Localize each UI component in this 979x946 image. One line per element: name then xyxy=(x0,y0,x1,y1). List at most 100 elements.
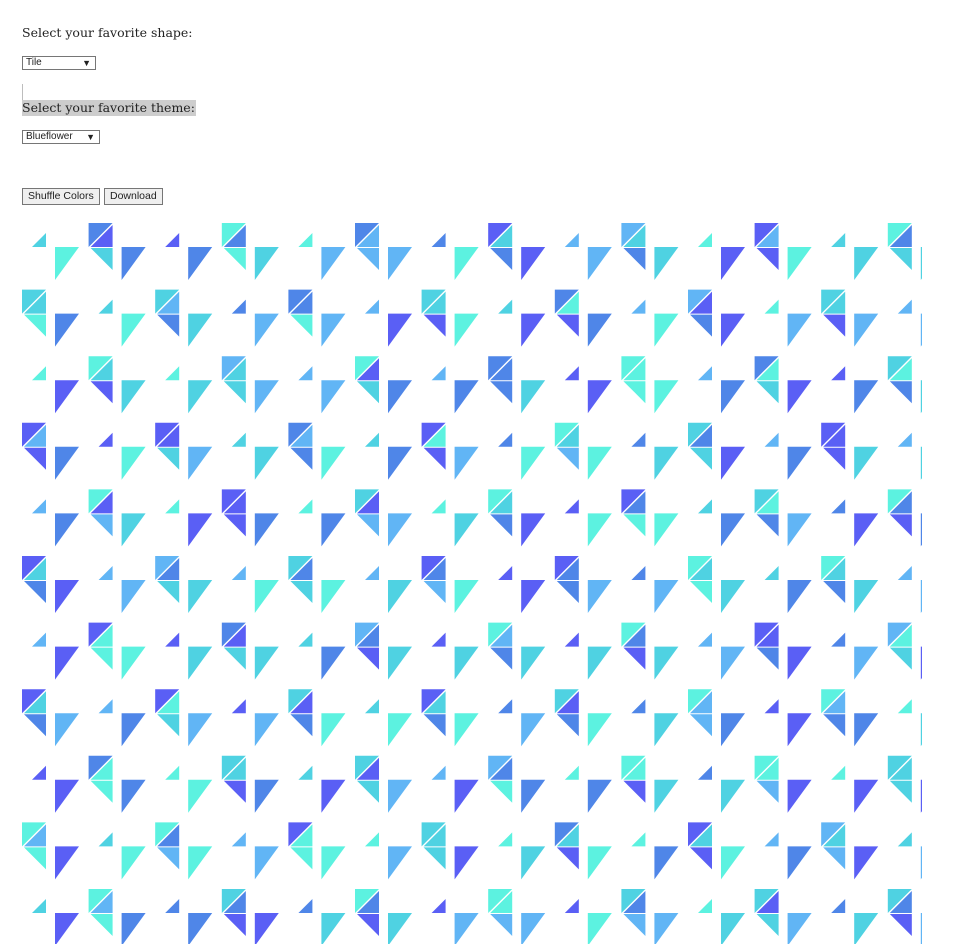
tile-triangle xyxy=(357,780,379,803)
tile-triangle xyxy=(188,846,213,880)
tile-triangle xyxy=(121,380,146,414)
tile-triangle xyxy=(388,446,412,480)
tile-triangle xyxy=(587,580,612,613)
tile-triangle xyxy=(764,432,779,447)
tile-triangle xyxy=(764,299,779,314)
tile-triangle xyxy=(388,580,412,613)
tile-triangle xyxy=(623,780,646,803)
tile-triangle xyxy=(521,646,546,680)
tile-triangle xyxy=(223,647,246,670)
tile-triangle xyxy=(321,313,346,347)
tile-triangle xyxy=(121,913,146,944)
tile-triangle xyxy=(787,446,812,480)
tile-triangle xyxy=(631,699,646,714)
tile-triangle xyxy=(24,447,46,470)
tile-triangle xyxy=(157,581,180,603)
tile-triangle xyxy=(889,780,912,803)
tile-triangle xyxy=(920,513,922,547)
tile-triangle xyxy=(764,832,779,847)
tile-triangle xyxy=(787,779,812,813)
tile-triangle xyxy=(254,646,279,680)
tile-triangle xyxy=(165,632,180,647)
tile-triangle xyxy=(654,913,679,944)
tile-triangle xyxy=(454,380,479,414)
tile-triangle xyxy=(889,514,912,537)
tile-triangle xyxy=(423,847,446,870)
tile-triangle xyxy=(454,446,479,480)
tile-triangle xyxy=(32,632,46,647)
tile-triangle xyxy=(55,913,79,944)
tile-triangle xyxy=(498,832,513,847)
tile-triangle xyxy=(431,765,446,780)
tile-triangle xyxy=(188,513,213,547)
tile-triangle xyxy=(388,313,412,347)
tile-triangle xyxy=(654,779,679,813)
tile-triangle xyxy=(188,713,213,747)
tile-triangle xyxy=(121,779,146,813)
tile-triangle xyxy=(787,713,812,747)
tile-triangle xyxy=(454,779,479,813)
tile-triangle xyxy=(454,247,479,280)
tile-triangle xyxy=(521,247,546,280)
tile-triangle xyxy=(556,447,579,470)
tile-triangle xyxy=(889,248,912,270)
tile-triangle xyxy=(188,646,213,680)
tile-triangle xyxy=(498,299,513,314)
tile-triangle xyxy=(623,248,646,270)
tile-triangle xyxy=(90,647,113,670)
tile-triangle xyxy=(721,380,745,414)
tile-triangle xyxy=(897,832,912,847)
tile-triangle xyxy=(55,313,79,347)
tile-triangle xyxy=(756,514,779,537)
tile-triangle xyxy=(831,632,846,647)
tile-triangle xyxy=(698,765,712,780)
tile-triangle xyxy=(854,446,879,480)
tile-triangle xyxy=(920,846,922,880)
tile-triangle xyxy=(165,899,180,913)
tile-triangle xyxy=(98,299,113,314)
tile-triangle xyxy=(564,233,579,247)
tile-triangle xyxy=(721,846,745,880)
tile-triangle xyxy=(623,914,646,936)
tile-triangle xyxy=(556,847,579,870)
tile-triangle xyxy=(298,899,313,913)
tile-triangle xyxy=(121,247,146,280)
tile-triangle xyxy=(690,447,712,470)
tile-triangle xyxy=(587,846,612,880)
tile-triangle xyxy=(698,366,712,381)
tile-triangle xyxy=(854,779,879,813)
tile-triangle xyxy=(690,314,712,337)
tile-triangle xyxy=(32,499,46,514)
tile-triangle xyxy=(454,646,479,680)
tile-triangle xyxy=(121,513,146,547)
tile-triangle xyxy=(24,581,46,603)
tile-triangle xyxy=(254,580,279,613)
tile-triangle xyxy=(897,432,912,447)
tile-triangle xyxy=(223,914,246,936)
tile-triangle xyxy=(321,646,346,680)
tile-triangle xyxy=(721,913,745,944)
tile-triangle xyxy=(254,313,279,347)
tile-triangle xyxy=(254,846,279,880)
tile-triangle xyxy=(223,514,246,537)
tile-triangle xyxy=(55,580,79,613)
tile-triangle xyxy=(365,832,379,847)
tile-triangle xyxy=(564,899,579,913)
tile-triangle xyxy=(854,380,879,414)
tile-triangle xyxy=(188,580,213,613)
tile-triangle xyxy=(321,913,346,944)
tile-triangle xyxy=(623,514,646,537)
tile-triangle xyxy=(587,779,612,813)
tile-triangle xyxy=(787,846,812,880)
tile-triangle xyxy=(889,647,912,670)
tile-triangle xyxy=(157,847,180,870)
tile-triangle xyxy=(698,899,712,913)
tile-triangle xyxy=(365,432,379,447)
tile-triangle xyxy=(321,580,346,613)
tile-triangle xyxy=(587,313,612,347)
tile-triangle xyxy=(431,632,446,647)
tile-triangle xyxy=(32,765,46,780)
tile-triangle xyxy=(165,499,180,514)
tile-triangle xyxy=(165,765,180,780)
tile-triangle xyxy=(388,713,412,747)
